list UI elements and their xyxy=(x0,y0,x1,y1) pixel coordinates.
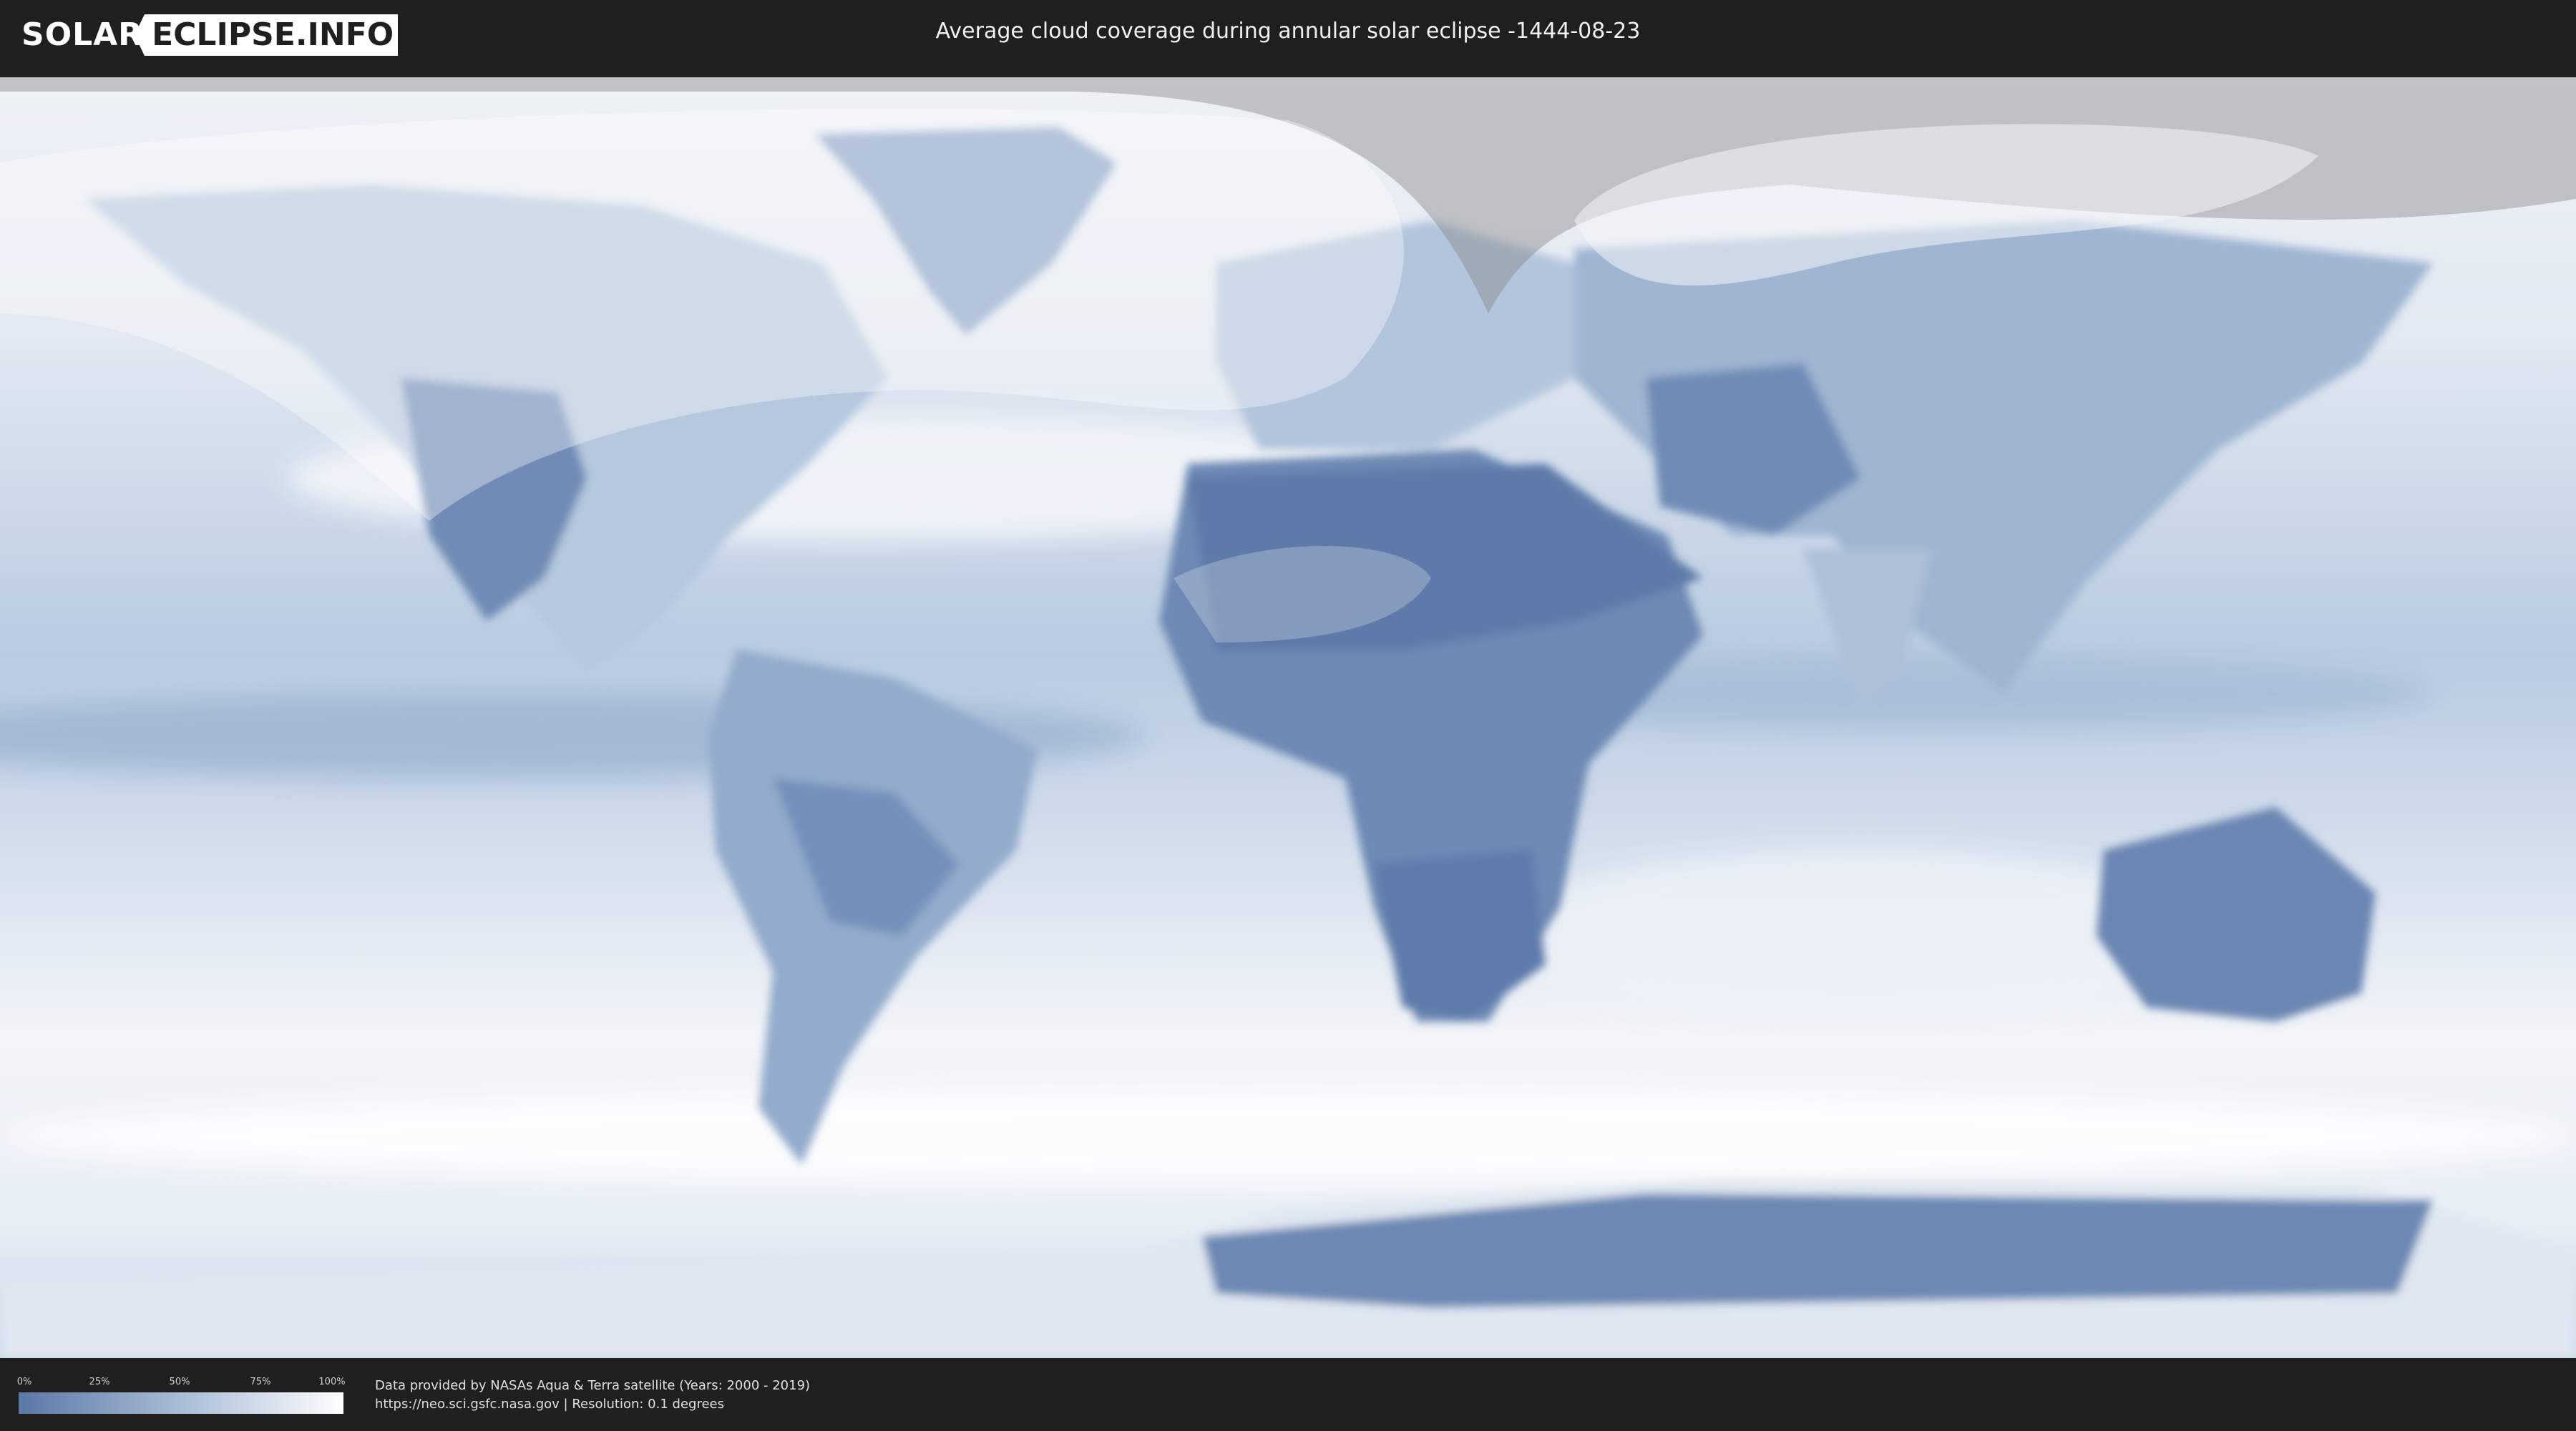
page-title: Average cloud coverage during annular so… xyxy=(935,19,1641,44)
header-bar: SOLAR ECLIPSE.INFO Average cloud coverag… xyxy=(0,0,2576,72)
data-source-url-text: https://neo.sci.gsfc.nasa.gov | Resoluti… xyxy=(375,1397,724,1412)
legend-tick-75: 75% xyxy=(250,1377,271,1387)
legend-tick-0: 0% xyxy=(16,1377,32,1387)
legend-tick-25: 25% xyxy=(89,1377,110,1387)
legend-tick-50: 50% xyxy=(169,1377,190,1387)
legend-tick-100: 100% xyxy=(318,1377,346,1387)
footer-bar xyxy=(0,1359,2576,1431)
cloud-coverage-map[interactable] xyxy=(0,77,2576,1358)
data-credit-text: Data provided by NASAs Aqua & Terra sate… xyxy=(375,1378,811,1393)
legend-gradient-bar xyxy=(19,1392,343,1414)
